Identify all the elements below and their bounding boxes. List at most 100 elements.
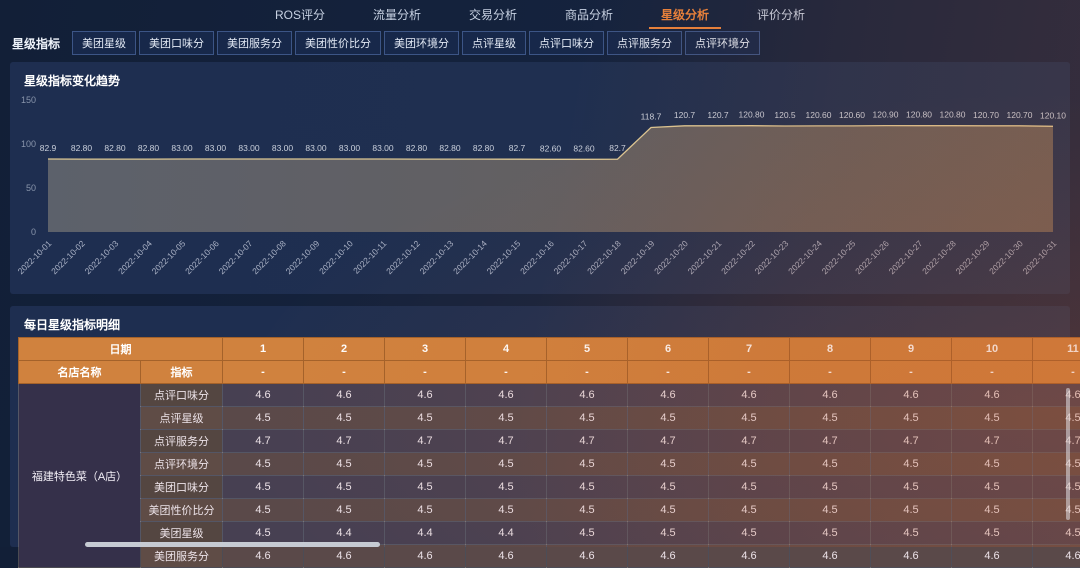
dash-cell: - — [628, 361, 709, 384]
value-cell: 4.6 — [304, 384, 385, 407]
value-cell: 4.5 — [1033, 522, 1080, 545]
data-label: 82.7 — [609, 143, 626, 153]
value-cell: 4.7 — [628, 430, 709, 453]
value-cell: 4.5 — [628, 499, 709, 522]
data-label: 82.80 — [406, 143, 428, 153]
filter-buttons: 美团星级美团口味分美团服务分美团性价比分美团环境分点评星级点评口味分点评服务分点… — [72, 31, 760, 55]
value-cell: 4.6 — [709, 384, 790, 407]
metric-name-cell: 点评服务分 — [141, 430, 223, 453]
data-label: 120.60 — [839, 110, 865, 120]
value-cell: 4.6 — [628, 545, 709, 568]
x-axis-date-label: 2022-10-28 — [920, 238, 958, 276]
dash-cell: - — [385, 361, 466, 384]
value-cell: 4.6 — [466, 384, 547, 407]
nav-tab-0[interactable]: ROS评分 — [263, 4, 337, 29]
store-header-cell: 名店名称 — [19, 361, 141, 384]
value-cell: 4.5 — [385, 499, 466, 522]
day-header-row: 日期 1234567891011 — [19, 338, 1080, 361]
data-label: 120.90 — [873, 110, 899, 120]
x-axis-date-label: 2022-10-31 — [1021, 238, 1059, 276]
nav-tab-2[interactable]: 交易分析 — [457, 4, 529, 29]
value-cell: 4.5 — [547, 476, 628, 499]
data-label: 120.10 — [1040, 110, 1066, 120]
dash-cell: - — [709, 361, 790, 384]
metric-name-cell: 美团服务分 — [141, 545, 223, 568]
x-axis-date-label: 2022-10-22 — [719, 238, 757, 276]
vertical-scrollbar-thumb[interactable] — [1066, 388, 1070, 520]
filter-button-7[interactable]: 点评服务分 — [607, 31, 682, 55]
x-axis-date-label: 2022-10-08 — [250, 238, 288, 276]
data-label: 83.00 — [205, 143, 227, 153]
data-label: 120.80 — [940, 110, 966, 120]
value-cell: 4.7 — [385, 430, 466, 453]
value-cell: 4.6 — [871, 384, 952, 407]
nav-tab-3[interactable]: 商品分析 — [553, 4, 625, 29]
chart-title: 星级指标变化趋势 — [10, 62, 1070, 89]
store-name-cell: 福建特色菜（A店） — [19, 384, 141, 568]
value-cell: 4.5 — [223, 476, 304, 499]
data-label: 120.70 — [973, 110, 999, 120]
value-cell: 4.5 — [952, 499, 1033, 522]
value-cell: 4.5 — [547, 407, 628, 430]
filter-button-0[interactable]: 美团星级 — [72, 31, 136, 55]
table-row: 福建特色菜（A店）点评口味分4.64.64.64.64.64.64.64.64.… — [19, 384, 1080, 407]
daily-detail-table-wrap: 日期 1234567891011 名店名称 指标 ----------- 福建特… — [18, 337, 1080, 568]
value-cell: 4.6 — [709, 545, 790, 568]
data-label: 82.80 — [104, 143, 126, 153]
value-cell: 4.5 — [304, 453, 385, 476]
filter-button-5[interactable]: 点评星级 — [462, 31, 526, 55]
value-cell: 4.7 — [709, 430, 790, 453]
x-axis-date-label: 2022-10-26 — [853, 238, 891, 276]
x-axis-date-label: 2022-10-04 — [116, 238, 154, 276]
nav-tab-1[interactable]: 流量分析 — [361, 4, 433, 29]
filter-button-6[interactable]: 点评口味分 — [529, 31, 604, 55]
table-title: 每日星级指标明细 — [10, 306, 1070, 333]
value-cell: 4.7 — [466, 430, 547, 453]
data-label: 82.60 — [573, 143, 595, 153]
filter-button-2[interactable]: 美团服务分 — [217, 31, 292, 55]
nav-tab-5[interactable]: 评价分析 — [745, 4, 817, 29]
value-cell: 4.5 — [952, 453, 1033, 476]
value-cell: 4.5 — [709, 522, 790, 545]
table-row: 美团口味分4.54.54.54.54.54.54.54.54.54.54.5 — [19, 476, 1080, 499]
dash-cell: - — [304, 361, 385, 384]
value-cell: 4.5 — [1033, 453, 1080, 476]
x-axis-date-label: 2022-10-29 — [954, 238, 992, 276]
x-axis-date-label: 2022-10-14 — [451, 238, 489, 276]
table-row: 点评星级4.54.54.54.54.54.54.54.54.54.54.5 — [19, 407, 1080, 430]
x-axis-date-label: 2022-10-03 — [83, 238, 121, 276]
x-axis-date-label: 2022-10-30 — [987, 238, 1025, 276]
value-cell: 4.5 — [871, 522, 952, 545]
value-cell: 4.5 — [952, 522, 1033, 545]
top-nav: ROS评分流量分析交易分析商品分析星级分析评价分析 — [0, 0, 1080, 28]
nav-tab-4[interactable]: 星级分析 — [649, 4, 721, 29]
value-cell: 4.6 — [790, 384, 871, 407]
x-axis-date-label: 2022-10-09 — [284, 238, 322, 276]
value-cell: 4.5 — [790, 476, 871, 499]
value-cell: 4.5 — [1033, 407, 1080, 430]
horizontal-scrollbar-thumb[interactable] — [85, 542, 380, 547]
y-axis-tick: 150 — [21, 95, 36, 105]
value-cell: 4.6 — [952, 545, 1033, 568]
data-label: 120.80 — [906, 110, 932, 120]
value-cell: 4.5 — [871, 476, 952, 499]
value-cell: 4.5 — [547, 499, 628, 522]
dash-cell: - — [1033, 361, 1080, 384]
data-label: 82.80 — [473, 143, 495, 153]
dash-cell: - — [466, 361, 547, 384]
trend-area-chart[interactable]: 05010015082.982.8082.8082.8083.0083.0083… — [10, 92, 1070, 292]
value-cell: 4.6 — [223, 384, 304, 407]
value-cell: 4.5 — [304, 476, 385, 499]
x-axis-date-label: 2022-10-27 — [887, 238, 925, 276]
value-cell: 4.6 — [547, 545, 628, 568]
value-cell: 4.5 — [385, 476, 466, 499]
filter-button-3[interactable]: 美团性价比分 — [295, 31, 381, 55]
filter-button-1[interactable]: 美团口味分 — [139, 31, 214, 55]
metric-name-cell: 美团性价比分 — [141, 499, 223, 522]
filter-button-8[interactable]: 点评环境分 — [685, 31, 760, 55]
value-cell: 4.5 — [871, 453, 952, 476]
filter-button-4[interactable]: 美团环境分 — [384, 31, 459, 55]
y-axis-tick: 0 — [31, 227, 36, 237]
metric-name-cell: 点评环境分 — [141, 453, 223, 476]
value-cell: 4.7 — [871, 430, 952, 453]
